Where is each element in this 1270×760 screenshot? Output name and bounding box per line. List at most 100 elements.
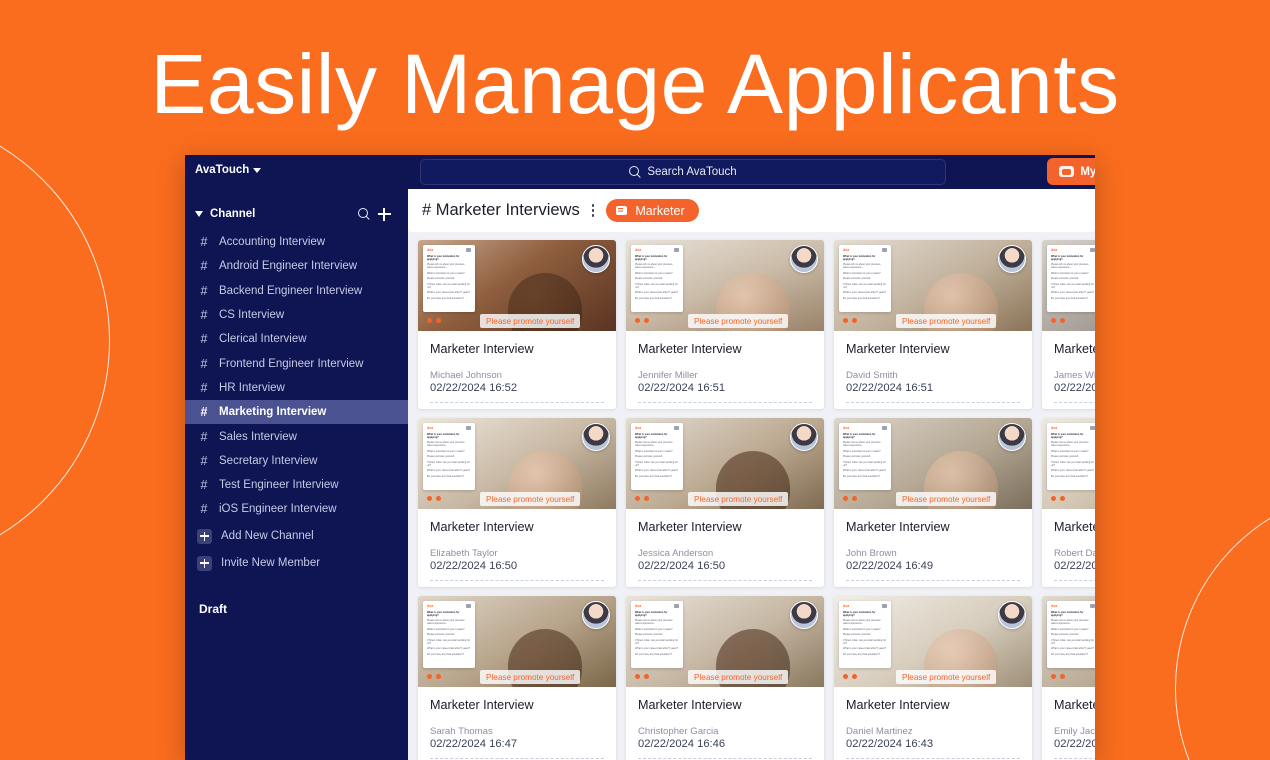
speaker-icon <box>1090 604 1095 608</box>
status-badge[interactable]: Marketer <box>606 199 699 222</box>
plus-box-icon <box>197 555 212 571</box>
question-line: If hired, when can you start working for… <box>427 638 470 645</box>
interview-card-body: Marketer Interview Emily Jackson02/22/202… <box>1042 687 1095 759</box>
question-line: Do you have any final questions? <box>635 296 672 300</box>
sidebar-item-channel[interactable]: # Frontend Engineer Interview <box>185 351 408 375</box>
question-line: What is important to you in sales? <box>427 449 465 453</box>
sidebar-item-channel[interactable]: # Test Engineer Interview <box>185 473 408 497</box>
interview-timestamp: 02/22/2024 16:51 <box>846 382 934 394</box>
sidebar-item-channel[interactable]: # Sales Interview <box>185 424 408 448</box>
question-caption: Please promote yourself <box>896 492 997 506</box>
interview-card-title: Marketer Interview <box>1054 698 1095 712</box>
sidebar-item-channel[interactable]: # Secretary Interview <box>185 449 408 473</box>
interview-card[interactable]: Ava What is your motivation for applying?… <box>626 418 824 587</box>
search-input[interactable]: Search AvaTouch <box>420 159 946 185</box>
interview-thumbnail[interactable]: Ava What is your motivation for applying?… <box>834 418 1032 509</box>
interview-thumbnail[interactable]: Ava What is your motivation for applying?… <box>834 240 1032 331</box>
hash-icon: # <box>200 429 208 444</box>
question-panel: Ava What is your motivation for applying?… <box>423 245 475 312</box>
sidebar-item-channel[interactable]: # Clerical Interview <box>185 327 408 351</box>
question-line: If hired, when can you start working for… <box>843 638 886 645</box>
interview-card[interactable]: Ava What is your motivation for applying?… <box>418 418 616 587</box>
kebab-menu-icon[interactable] <box>589 204 598 217</box>
sidebar-item-channel[interactable]: # Android Engineer Interview <box>185 254 408 278</box>
panel-logo: Ava <box>843 426 850 430</box>
sidebar-section-channel[interactable]: Channel <box>185 202 408 226</box>
question-line: Please promote yourself. <box>843 277 871 281</box>
interview-thumbnail[interactable]: Ava What is your motivation for applying?… <box>626 240 824 331</box>
status-badge-label: Marketer <box>635 203 685 218</box>
sidebar-draft-label[interactable]: Draft <box>185 602 408 616</box>
hash-icon: # <box>200 283 208 298</box>
applicant-name: Jennifer Miller <box>638 370 698 381</box>
interview-card[interactable]: Ava What is your motivation for applying?… <box>418 240 616 409</box>
interview-thumbnail[interactable]: Ava What is your motivation for applying?… <box>626 418 824 509</box>
sidebar-action-add-channel[interactable]: Add New Channel <box>185 524 408 549</box>
sidebar-item-channel[interactable]: # CS Interview <box>185 303 408 327</box>
sidebar-item-channel[interactable]: # Backend Engineer Interview <box>185 279 408 303</box>
chevron-down-icon <box>195 211 203 217</box>
sidebar-action-invite-member[interactable]: Invite New Member <box>185 551 408 576</box>
question-line: Please promote yourself. <box>843 455 871 459</box>
interview-thumbnail[interactable]: Ava What is your motivation for applying?… <box>418 418 616 509</box>
sidebar-action-label: Add New Channel <box>221 530 314 543</box>
interviewer-avatar <box>998 245 1026 273</box>
card-divider <box>846 758 1020 759</box>
interview-card[interactable]: Ava What is your motivation for applying?… <box>418 596 616 760</box>
panel-logo: Ava <box>635 604 642 608</box>
decorative-circle-left <box>0 113 110 568</box>
interview-timestamp: 02/22/2024 16:50 <box>638 560 726 572</box>
interview-card[interactable]: Ava What is your motivation for applying?… <box>1042 240 1095 409</box>
recording-dots-icon <box>1051 318 1065 323</box>
question-line: What is important to you in sales? <box>427 271 465 275</box>
hash-icon: # <box>200 405 208 420</box>
interview-timestamp: 02/22/2024 16:52 <box>430 382 518 394</box>
interview-thumbnail[interactable]: Ava What is your motivation for applying?… <box>418 596 616 687</box>
interview-thumbnail[interactable]: Ava What is your motivation for applying?… <box>1042 240 1095 331</box>
interview-thumbnail[interactable]: Ava What is your motivation for applying?… <box>626 596 824 687</box>
interview-card[interactable]: Ava What is your motivation for applying?… <box>834 418 1032 587</box>
interview-card[interactable]: Ava What is your motivation for applying?… <box>626 240 824 409</box>
interview-card[interactable]: Ava What is your motivation for applying?… <box>626 596 824 760</box>
interview-card[interactable]: Ava What is your motivation for applying?… <box>1042 596 1095 760</box>
question-line: What is important to you in sales? <box>843 271 881 275</box>
question-line: Do you have any final questions? <box>1051 474 1088 478</box>
recording-dots-icon <box>1051 496 1065 501</box>
interview-card[interactable]: Ava What is your motivation for applying?… <box>834 596 1032 760</box>
card-divider <box>846 580 1020 581</box>
sidebar-item-channel[interactable]: # Marketing Interview <box>185 400 408 425</box>
sidebar-item-channel[interactable]: # Accounting Interview <box>185 230 408 254</box>
sidebar-item-channel[interactable]: # iOS Engineer Interview <box>185 497 408 521</box>
card-divider <box>638 580 812 581</box>
question-line: What is your career plan after 5 years? <box>635 291 679 295</box>
interview-thumbnail[interactable]: Ava What is your motivation for applying?… <box>1042 418 1095 509</box>
question-line: What is your career plan after 5 years? <box>843 291 887 295</box>
question-line: What is important to you in sales? <box>1051 449 1089 453</box>
recording-dots-icon <box>635 318 649 323</box>
panel-logo: Ava <box>635 426 642 430</box>
interview-thumbnail[interactable]: Ava What is your motivation for applying?… <box>834 596 1032 687</box>
question-panel: Ava What is your motivation for applying?… <box>423 601 475 668</box>
speaker-icon <box>674 426 679 430</box>
interviewer-avatar <box>790 245 818 273</box>
sidebar-item-channel[interactable]: # HR Interview <box>185 376 408 400</box>
brand-menu[interactable]: AvaTouch <box>195 164 262 176</box>
interview-card-title: Marketer Interview <box>846 698 950 712</box>
interview-thumbnail[interactable]: Ava What is your motivation for applying?… <box>1042 596 1095 687</box>
speaker-icon <box>1090 426 1095 430</box>
card-divider <box>1054 580 1095 581</box>
question-line: What is your career plan after 5 years? <box>843 469 887 473</box>
hash-icon: # <box>200 332 208 347</box>
interview-card[interactable]: Ava What is your motivation for applying?… <box>1042 418 1095 587</box>
sidebar-search-button[interactable] <box>354 204 374 224</box>
question-line: Please tell us about your previous sales… <box>1051 263 1089 270</box>
question-panel: Ava What is your motivation for applying?… <box>631 423 683 490</box>
main-content: # Marketer Interviews Marketer Ava What i… <box>408 189 1095 760</box>
interview-card[interactable]: Ava What is your motivation for applying?… <box>834 240 1032 409</box>
card-divider <box>430 580 604 581</box>
question-line: What is your career plan after 5 years? <box>635 469 679 473</box>
sidebar-add-channel-button[interactable] <box>374 204 394 224</box>
my-page-button[interactable]: My Page <box>1047 158 1095 185</box>
interview-thumbnail[interactable]: Ava What is your motivation for applying?… <box>418 240 616 331</box>
question-line: Do you have any final questions? <box>635 652 672 656</box>
